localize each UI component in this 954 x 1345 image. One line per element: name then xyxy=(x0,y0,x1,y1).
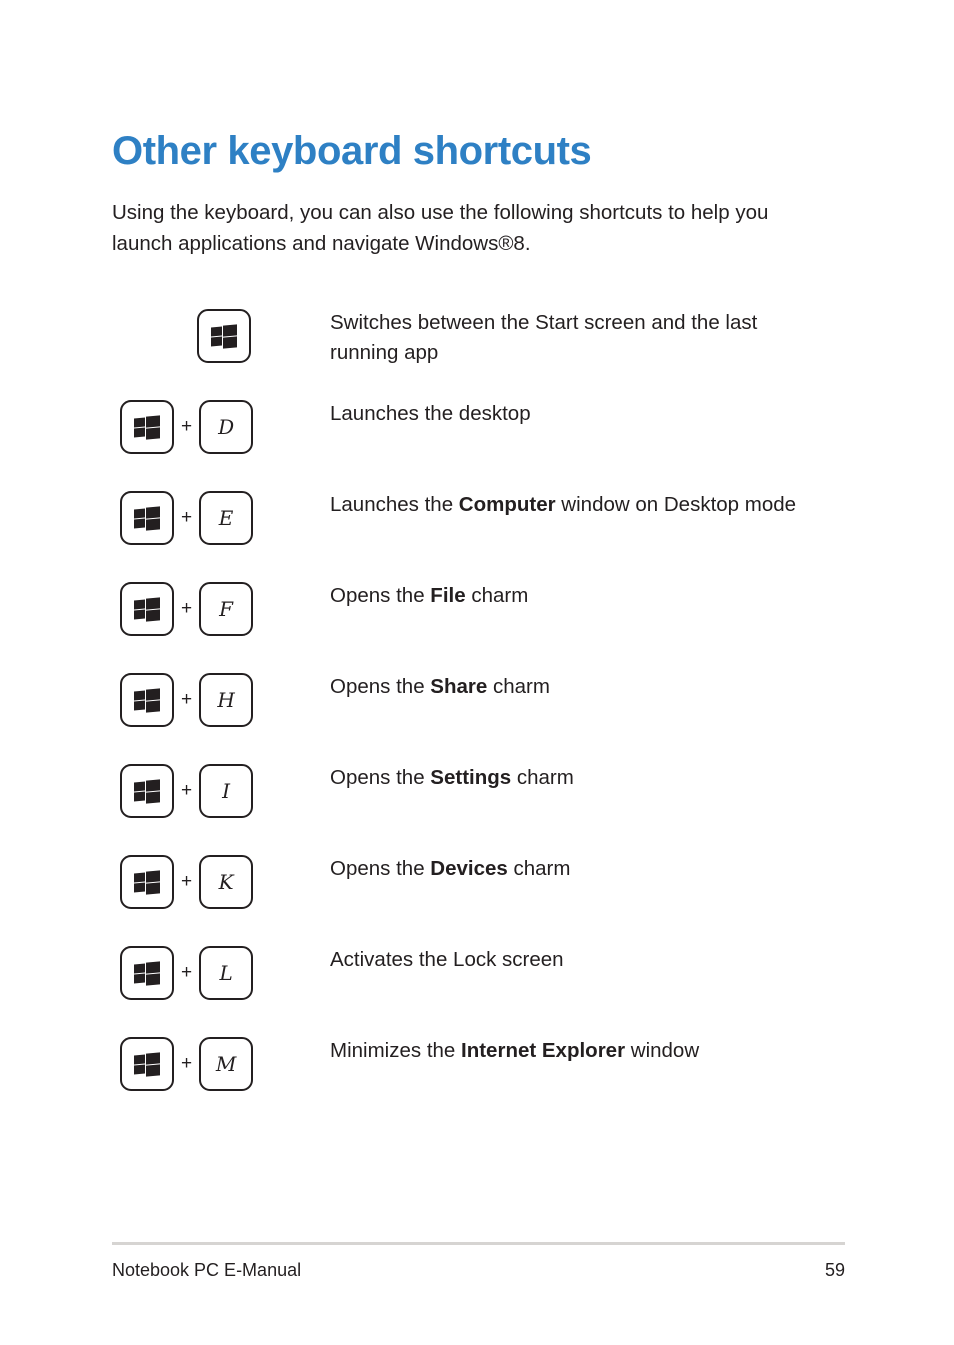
shortcut-row: + I Opens the Settings charm xyxy=(0,755,954,846)
plus-separator: + xyxy=(181,779,193,801)
description-text-suffix: window xyxy=(625,1039,700,1062)
windows-logo-icon xyxy=(134,870,160,894)
plus-separator: + xyxy=(181,1052,193,1074)
key-letter-label: L xyxy=(219,960,233,985)
intro-paragraph: Using the keyboard, you can also use the… xyxy=(112,200,769,255)
shortcut-description: Opens the File charm xyxy=(330,581,830,611)
windows-logo-icon xyxy=(134,506,160,530)
page-title: Other keyboard shortcuts xyxy=(112,128,592,173)
footer-manual-title: Notebook PC E-Manual xyxy=(112,1260,302,1280)
plus-separator: + xyxy=(181,506,193,528)
key-letter-label: M xyxy=(215,1051,237,1076)
plus-separator: + xyxy=(181,961,193,983)
plus-separator: + xyxy=(181,597,193,619)
shortcut-row: Switches between the Start screen and th… xyxy=(0,300,954,391)
plus-separator: + xyxy=(181,415,193,437)
key-windows xyxy=(120,491,174,545)
windows-logo-icon xyxy=(134,961,160,985)
key-windows xyxy=(120,582,174,636)
windows-logo-icon xyxy=(211,324,237,348)
key-windows xyxy=(120,855,174,909)
key-combination: + K xyxy=(120,846,254,918)
windows-logo-icon xyxy=(134,779,160,803)
key-windows xyxy=(120,400,174,454)
key-combination: + I xyxy=(120,755,254,827)
key-windows xyxy=(120,764,174,818)
footer-page-number: 59 xyxy=(824,1260,845,1280)
key-letter-label: E xyxy=(218,505,234,530)
shortcut-row: + L Activates the Lock screen xyxy=(0,937,954,1028)
key-letter-f: F xyxy=(199,582,254,636)
key-windows xyxy=(120,1037,174,1091)
key-letter-k: K xyxy=(199,855,254,909)
shortcut-row: + D Launches the desktop xyxy=(0,391,954,482)
key-letter-label: K xyxy=(218,869,234,894)
description-emphasis: Computer xyxy=(458,493,556,516)
key-combination: + E xyxy=(120,482,254,554)
description-text: Switches between the Start screen and th… xyxy=(330,311,758,364)
shortcut-row: + E Launches the Computer window on Deskto… xyxy=(0,482,954,573)
key-combination: + F xyxy=(120,573,254,645)
description-text: Activates the Lock screen xyxy=(330,948,564,971)
windows-logo-icon xyxy=(134,688,160,712)
shortcut-row: + M Minimizes the Internet Explorer window xyxy=(0,1028,954,1119)
shortcut-row: + K Opens the Devices charm xyxy=(0,846,954,937)
description-emphasis: File xyxy=(430,584,466,607)
description-text: Launches the desktop xyxy=(330,402,531,425)
key-letter-h: H xyxy=(199,673,254,727)
shortcut-description: Switches between the Start screen and th… xyxy=(330,308,830,368)
shortcut-description: Launches the Computer window on Desktop … xyxy=(330,490,830,520)
key-combination: + M xyxy=(120,1028,254,1100)
key-letter-label: H xyxy=(217,687,235,712)
footer-divider xyxy=(112,1242,845,1245)
key-letter-label: D xyxy=(218,414,235,439)
key-combination: + D xyxy=(120,391,254,463)
key-letter-e: E xyxy=(199,491,254,545)
shortcut-description: Activates the Lock screen xyxy=(330,945,830,975)
shortcut-description: Opens the Settings charm xyxy=(330,763,830,793)
description-text-suffix: charm xyxy=(465,584,529,607)
description-text: Opens the xyxy=(330,675,431,698)
shortcut-description: Opens the Share charm xyxy=(330,672,830,702)
keyboard-shortcut-table: Switches between the Start screen and th… xyxy=(0,300,954,1119)
key-combination xyxy=(197,300,251,372)
manual-page: Other keyboard shortcuts Using the keybo… xyxy=(0,0,954,1345)
key-letter-label: F xyxy=(219,596,234,621)
description-text: Opens the xyxy=(330,857,431,880)
description-emphasis: Settings xyxy=(430,766,512,789)
key-letter-l: L xyxy=(199,946,254,1000)
description-text-suffix: charm xyxy=(487,675,550,698)
plus-separator: + xyxy=(181,870,193,892)
description-text-suffix: charm xyxy=(507,857,571,880)
description-emphasis: Share xyxy=(430,675,488,698)
key-windows xyxy=(197,309,251,363)
description-emphasis: Internet Explorer xyxy=(461,1039,626,1062)
key-windows xyxy=(120,946,174,1000)
description-text-suffix: charm xyxy=(511,766,574,789)
key-windows xyxy=(120,673,174,727)
key-letter-i: I xyxy=(199,764,254,818)
description-text: Launches the xyxy=(330,493,459,516)
windows-logo-icon xyxy=(134,415,160,439)
description-emphasis: Devices xyxy=(430,857,508,880)
shortcut-row: + F Opens the File charm xyxy=(0,573,954,664)
windows-logo-icon xyxy=(134,597,160,621)
windows-logo-icon xyxy=(134,1052,160,1076)
shortcut-description: Launches the desktop xyxy=(330,399,830,429)
plus-separator: + xyxy=(181,688,193,710)
key-combination: + H xyxy=(120,664,254,736)
description-text: Opens the xyxy=(330,766,431,789)
shortcut-row: + H Opens the Share charm xyxy=(0,664,954,755)
shortcut-description: Minimizes the Internet Explorer window xyxy=(330,1036,830,1066)
key-letter-label: I xyxy=(222,778,231,803)
description-text: Opens the xyxy=(330,584,431,607)
key-combination: + L xyxy=(120,937,254,1009)
key-letter-m: M xyxy=(199,1037,254,1091)
description-text: Minimizes the xyxy=(330,1039,462,1062)
shortcut-description: Opens the Devices charm xyxy=(330,854,830,884)
key-letter-d: D xyxy=(199,400,254,454)
description-text-suffix: window on Desktop mode xyxy=(555,493,797,516)
